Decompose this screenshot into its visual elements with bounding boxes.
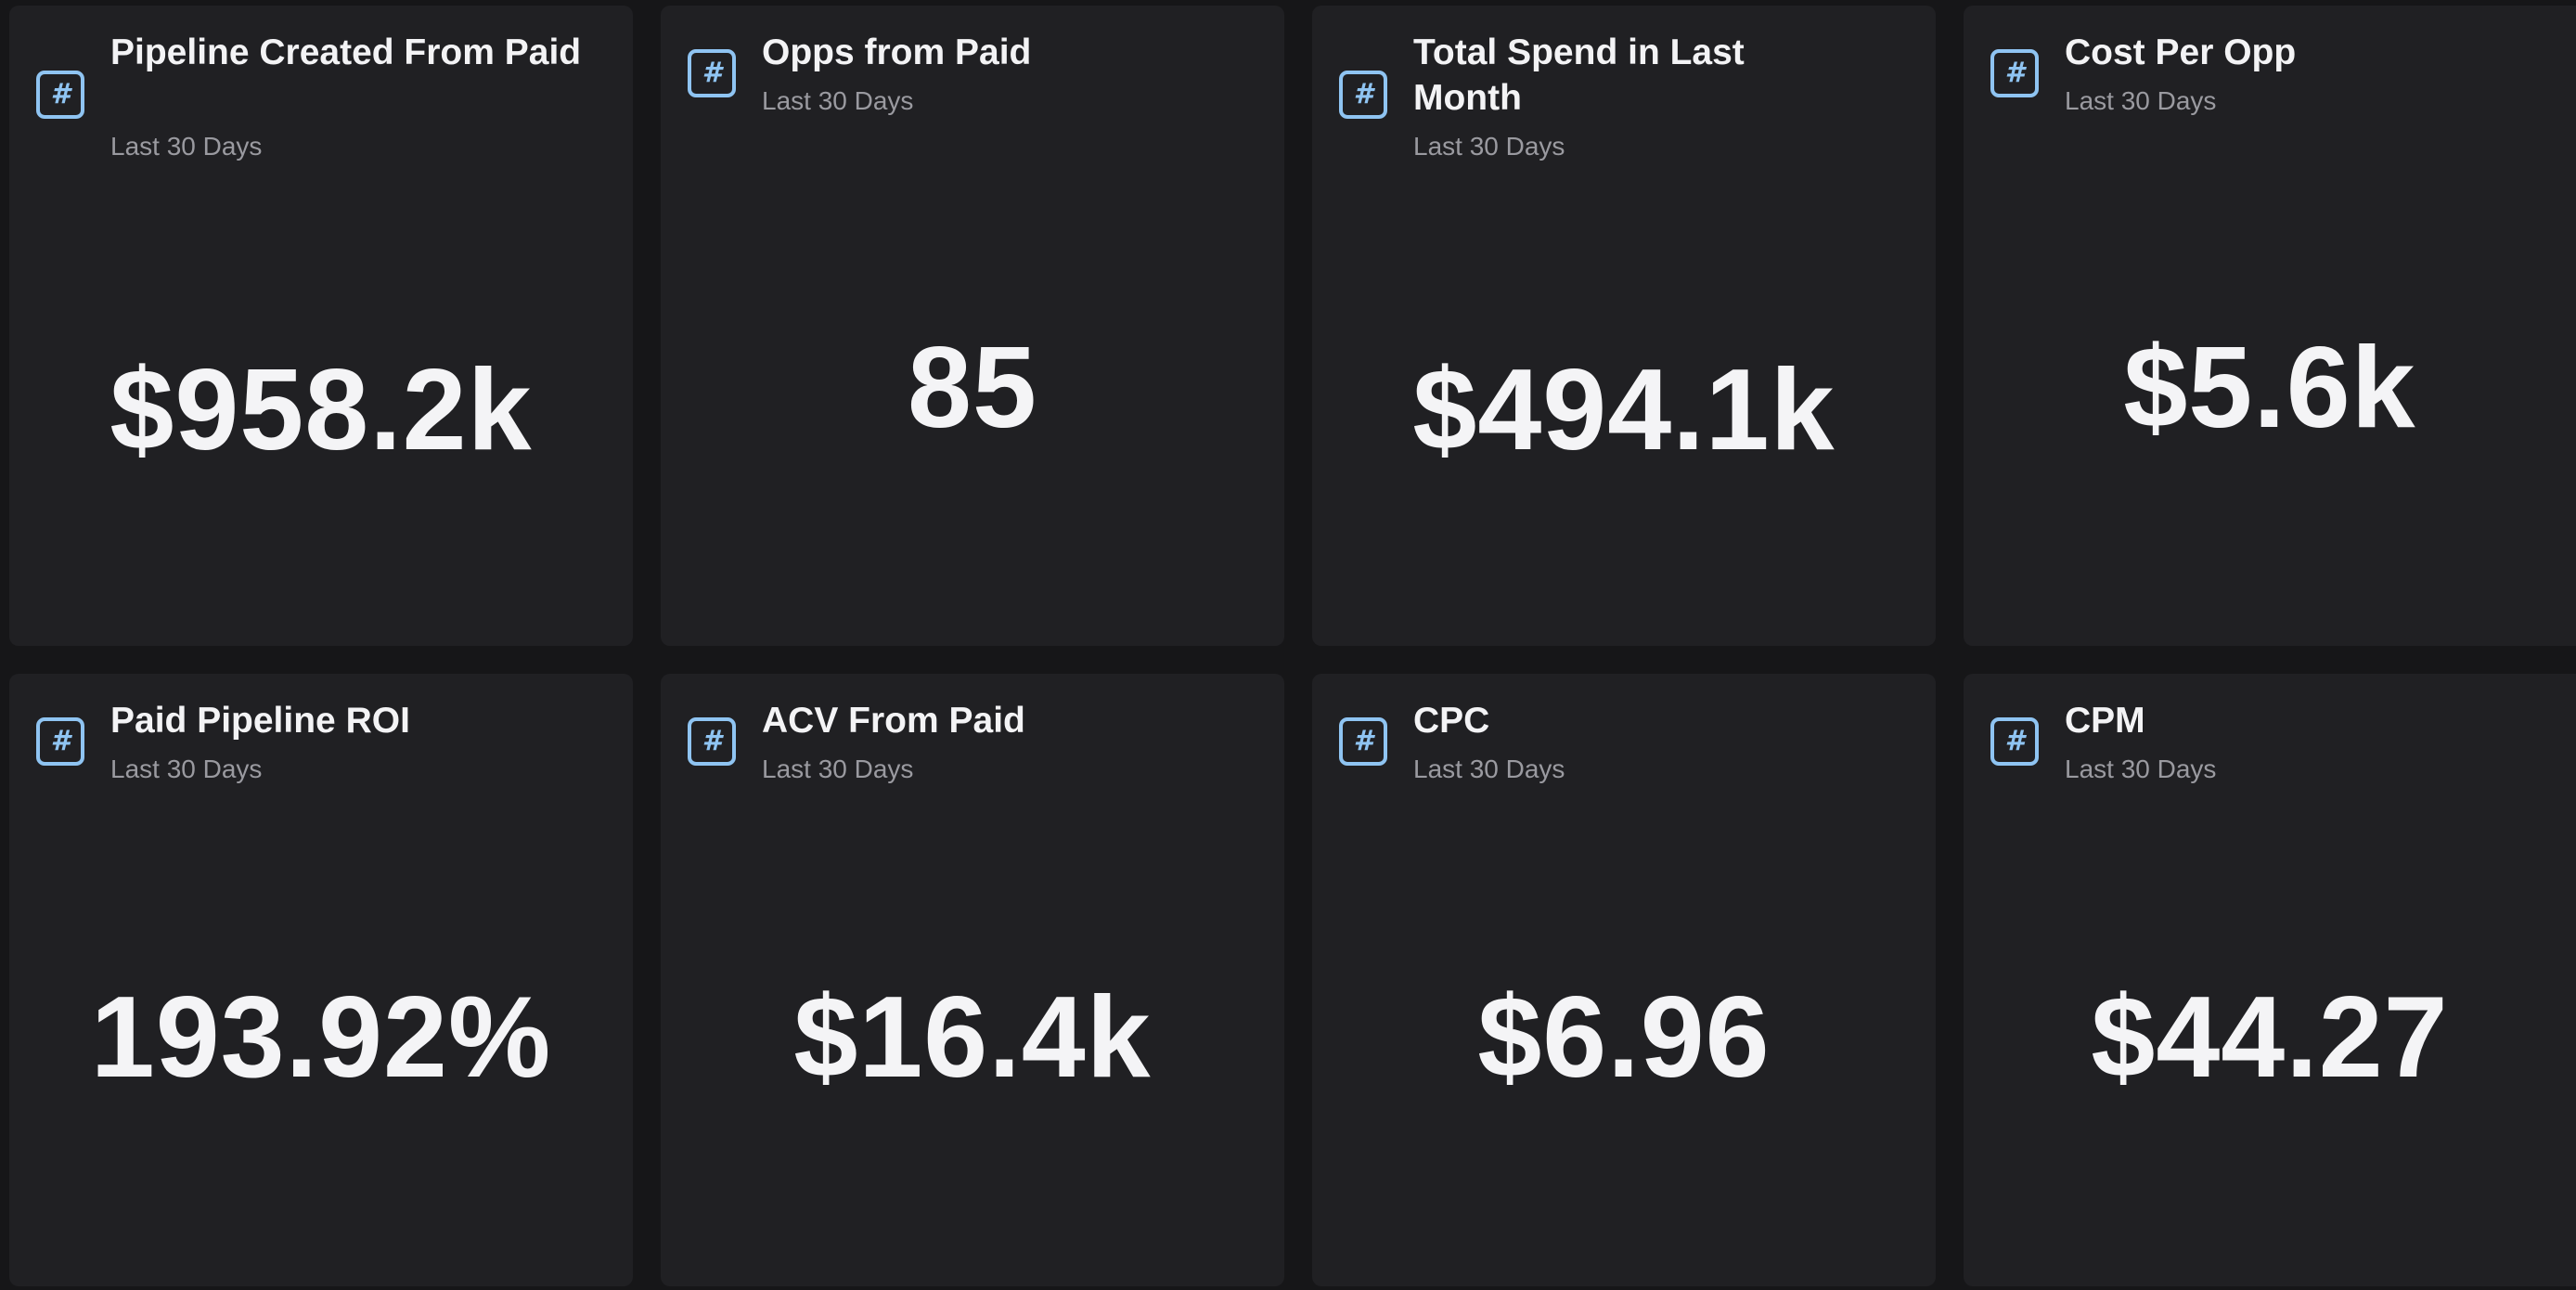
metric-subtitle: Last 30 Days: [762, 755, 914, 783]
metric-subtitle: Last 30 Days: [2065, 755, 2217, 783]
metric-title: CPM: [2065, 701, 2145, 741]
metric-value: 193.92%: [90, 974, 552, 1102]
hash-icon: #: [36, 717, 84, 766]
metric-subtitle: Last 30 Days: [762, 86, 914, 115]
hash-icon: #: [688, 717, 736, 766]
metric-subtitle: Last 30 Days: [110, 755, 263, 783]
metric-subtitle: Last 30 Days: [110, 132, 263, 161]
metric-value: $958.2k: [109, 346, 533, 474]
metric-card-acv-from-paid[interactable]: # ACV From Paid Last 30 Days $16.4k: [661, 674, 1284, 1286]
metric-title: CPC: [1413, 701, 1490, 741]
metric-subtitle: Last 30 Days: [1413, 755, 1565, 783]
metric-title: Pipeline Created From Paid: [110, 32, 582, 72]
metric-title: ACV From Paid: [762, 701, 1025, 741]
metric-value: $44.27: [2091, 974, 2449, 1102]
metric-title: Cost Per Opp: [2065, 32, 2297, 72]
metric-card-cost-per-opp[interactable]: # Cost Per Opp Last 30 Days $5.6k: [1964, 6, 2576, 646]
metric-title: Total Spend in Last Month: [1413, 32, 1745, 118]
metric-value: 85: [908, 324, 1037, 452]
metric-card-opps-from-paid[interactable]: # Opps from Paid Last 30 Days 85: [661, 6, 1284, 646]
metric-title: Opps from Paid: [762, 32, 1032, 72]
metric-card-paid-pipeline-roi[interactable]: # Paid Pipeline ROI Last 30 Days 193.92%: [9, 674, 633, 1286]
metric-value: $16.4k: [793, 974, 1152, 1102]
metric-card-pipeline-created-from-paid[interactable]: # Pipeline Created From Paid Last 30 Day…: [9, 6, 633, 646]
hash-icon: #: [1990, 49, 2039, 97]
hash-icon: #: [1990, 717, 2039, 766]
hash-icon: #: [1339, 717, 1387, 766]
metric-value: $494.1k: [1412, 346, 1835, 474]
hash-icon: #: [36, 71, 84, 119]
metric-value: $5.6k: [2123, 324, 2416, 452]
metric-card-cpm[interactable]: # CPM Last 30 Days $44.27: [1964, 674, 2576, 1286]
metric-subtitle: Last 30 Days: [2065, 86, 2217, 115]
hash-icon: #: [1339, 71, 1387, 119]
metric-title: Paid Pipeline ROI: [110, 701, 410, 741]
metric-card-total-spend-in-last-month[interactable]: # Total Spend in Last Month Last 30 Days…: [1312, 6, 1936, 646]
metrics-dashboard-grid: # Pipeline Created From Paid Last 30 Day…: [0, 0, 2576, 1290]
metric-subtitle: Last 30 Days: [1413, 132, 1565, 161]
metric-value: $6.96: [1477, 974, 1771, 1102]
hash-icon: #: [688, 49, 736, 97]
metric-card-cpc[interactable]: # CPC Last 30 Days $6.96: [1312, 674, 1936, 1286]
